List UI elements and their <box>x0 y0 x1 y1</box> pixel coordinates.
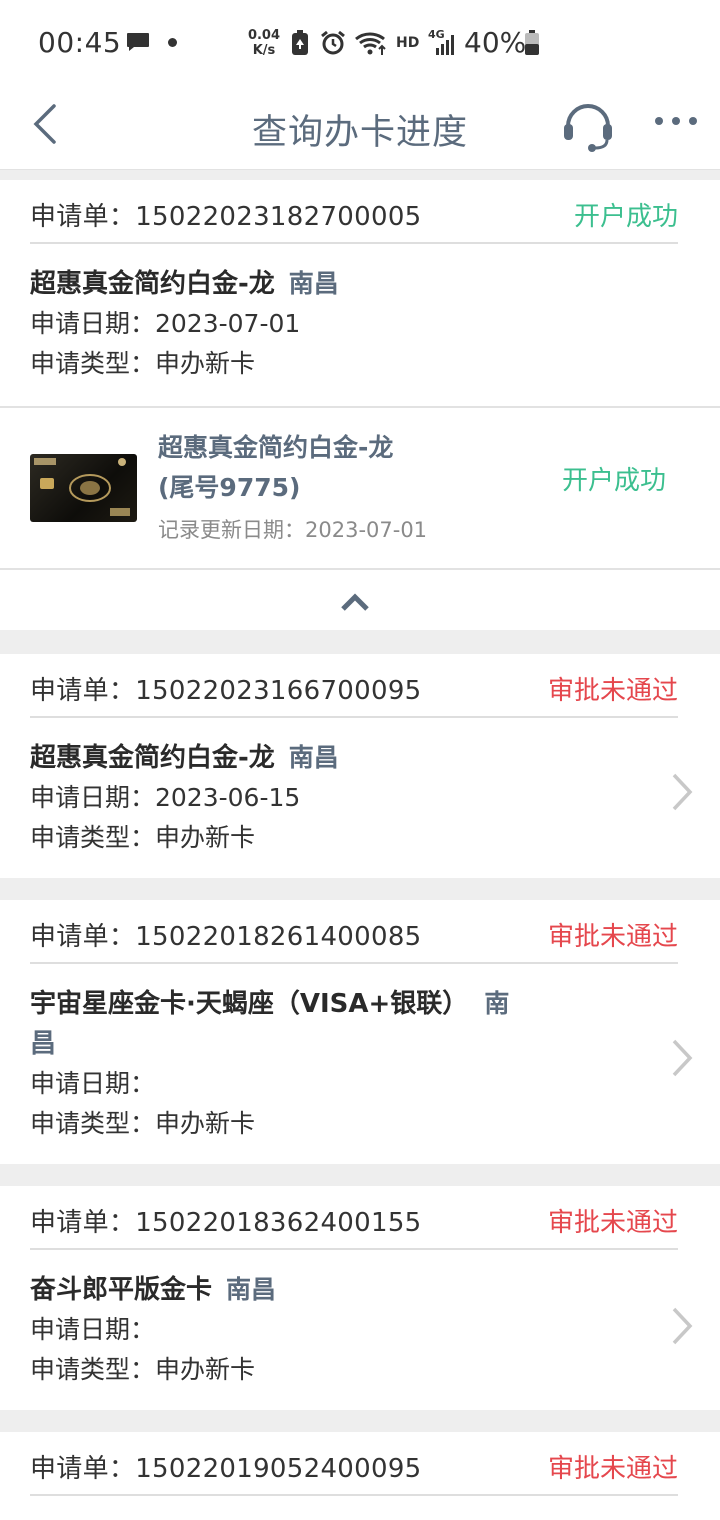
city-label: 南昌 <box>226 1275 277 1304</box>
order-row: 申请单：15022019052400095 审批未通过 <box>30 1432 678 1496</box>
chevron-up-icon[interactable] <box>340 592 370 612</box>
order-number: 申请单：15022023182700005 <box>30 202 422 232</box>
apply-type: 申请类型：申办新卡 <box>30 1355 256 1384</box>
card-name: 宇宙星座金卡·天蝎座（VISA+银联） 南 <box>30 984 550 1024</box>
headset-icon[interactable] <box>560 96 616 152</box>
apply-date: 申请日期：2023-06-15 <box>30 783 301 812</box>
status-badge: 开户成功 <box>573 202 678 232</box>
order-number: 申请单：15022018362400155 <box>30 1208 422 1238</box>
application-card[interactable]: 申请单：15022023166700095 审批未通过 超惠真金简约白金-龙 南昌… <box>0 654 720 878</box>
application-card[interactable]: 申请单：15022018362400155 审批未通过 奋斗郎平版金卡 南昌 申请… <box>0 1186 720 1410</box>
issued-card-item[interactable]: 超惠真金简约白金-龙 (尾号9775) 记录更新日期：2023-07-01 开户… <box>0 406 720 568</box>
battery-icon <box>525 30 539 55</box>
application-detail: 奋斗郎平版金卡 南昌 申请日期： 申请类型：申办新卡 <box>0 1250 720 1390</box>
more-dots-icon[interactable] <box>654 114 698 128</box>
hd-indicator: HD <box>396 35 420 51</box>
record-update-date: 记录更新日期：2023-07-01 <box>158 518 428 542</box>
status-badge: 审批未通过 <box>547 676 678 706</box>
collapse-toggle[interactable] <box>0 568 720 630</box>
chevron-right-icon[interactable] <box>670 772 694 812</box>
card-name-text: 宇宙星座金卡·天蝎座（VISA+银联） <box>30 989 469 1019</box>
order-number: 申请单：15022018261400085 <box>30 922 422 952</box>
order-number: 申请单：15022023166700095 <box>30 676 422 706</box>
status-badge: 审批未通过 <box>547 922 678 952</box>
battery-percent: 40% <box>464 26 527 59</box>
app-header: 查询办卡进度 <box>0 86 720 170</box>
issued-card-name: 超惠真金简约白金-龙 (尾号9775) <box>158 428 393 508</box>
status-badge: 审批未通过 <box>547 1208 678 1238</box>
cellular-signal-icon: 4G <box>428 28 458 56</box>
credit-card-image <box>30 454 137 522</box>
apply-type: 申请类型：申办新卡 <box>30 349 256 378</box>
wifi-icon <box>355 32 386 55</box>
city-label-part1: 南 <box>484 989 510 1018</box>
status-bar: 00:45 0.04 K/s HD 4G 40% <box>0 0 720 86</box>
issued-card-tail-number: (尾号9775) <box>158 473 301 502</box>
network-speed: 0.04 K/s <box>246 28 282 58</box>
speed-unit: K/s <box>252 43 276 58</box>
notification-dot-icon <box>168 38 177 47</box>
card-name-text: 超惠真金简约白金-龙 <box>30 269 275 299</box>
apply-type: 申请类型：申办新卡 <box>30 1109 256 1138</box>
status-badge: 审批未通过 <box>547 1454 678 1484</box>
card-name: 超惠真金简约白金-龙 南昌 <box>30 264 690 304</box>
order-row: 申请单：15022023182700005 开户成功 <box>30 180 678 244</box>
speed-value: 0.04 <box>247 28 281 43</box>
alarm-icon <box>321 30 345 55</box>
chevron-right-icon[interactable] <box>670 1038 694 1078</box>
message-icon <box>127 33 149 51</box>
apply-date: 申请日期：2023-07-01 <box>30 309 301 338</box>
application-card[interactable]: 申请单：15022019052400095 审批未通过 <box>0 1432 720 1520</box>
city-label: 南昌 <box>288 743 339 772</box>
card-name: 奋斗郎平版金卡 南昌 <box>30 1270 690 1310</box>
battery-saver-icon <box>292 30 308 55</box>
application-card[interactable]: 申请单：15022018261400085 审批未通过 宇宙星座金卡·天蝎座（V… <box>0 900 720 1164</box>
order-row: 申请单：15022018362400155 审批未通过 <box>30 1186 678 1250</box>
clock: 00:45 <box>38 26 122 59</box>
apply-date: 申请日期： <box>30 1069 156 1098</box>
application-detail: 宇宙星座金卡·天蝎座（VISA+银联） 南 昌 申请日期： 申请类型：申办新卡 <box>0 964 720 1144</box>
city-label: 南昌 <box>288 269 339 298</box>
order-number: 申请单：15022019052400095 <box>30 1454 422 1484</box>
issued-status-badge: 开户成功 <box>561 466 666 496</box>
city-label-part2: 昌 <box>30 1029 57 1059</box>
apply-type: 申请类型：申办新卡 <box>30 823 256 852</box>
apply-date: 申请日期： <box>30 1315 156 1344</box>
card-name: 超惠真金简约白金-龙 南昌 <box>30 738 690 778</box>
order-row: 申请单：15022023166700095 审批未通过 <box>30 654 678 718</box>
order-row: 申请单：15022018261400085 审批未通过 <box>30 900 678 964</box>
application-detail: 超惠真金简约白金-龙 南昌 申请日期：2023-07-01 申请类型：申办新卡 <box>0 244 720 384</box>
issued-card-name-line1: 超惠真金简约白金-龙 <box>158 433 394 462</box>
application-detail: 超惠真金简约白金-龙 南昌 申请日期：2023-06-15 申请类型：申办新卡 <box>0 718 720 858</box>
card-name-text: 奋斗郎平版金卡 <box>30 1275 213 1305</box>
chevron-right-icon[interactable] <box>670 1306 694 1346</box>
application-card[interactable]: 申请单：15022023182700005 开户成功 超惠真金简约白金-龙 南昌 … <box>0 180 720 406</box>
card-name-text: 超惠真金简约白金-龙 <box>30 743 275 773</box>
